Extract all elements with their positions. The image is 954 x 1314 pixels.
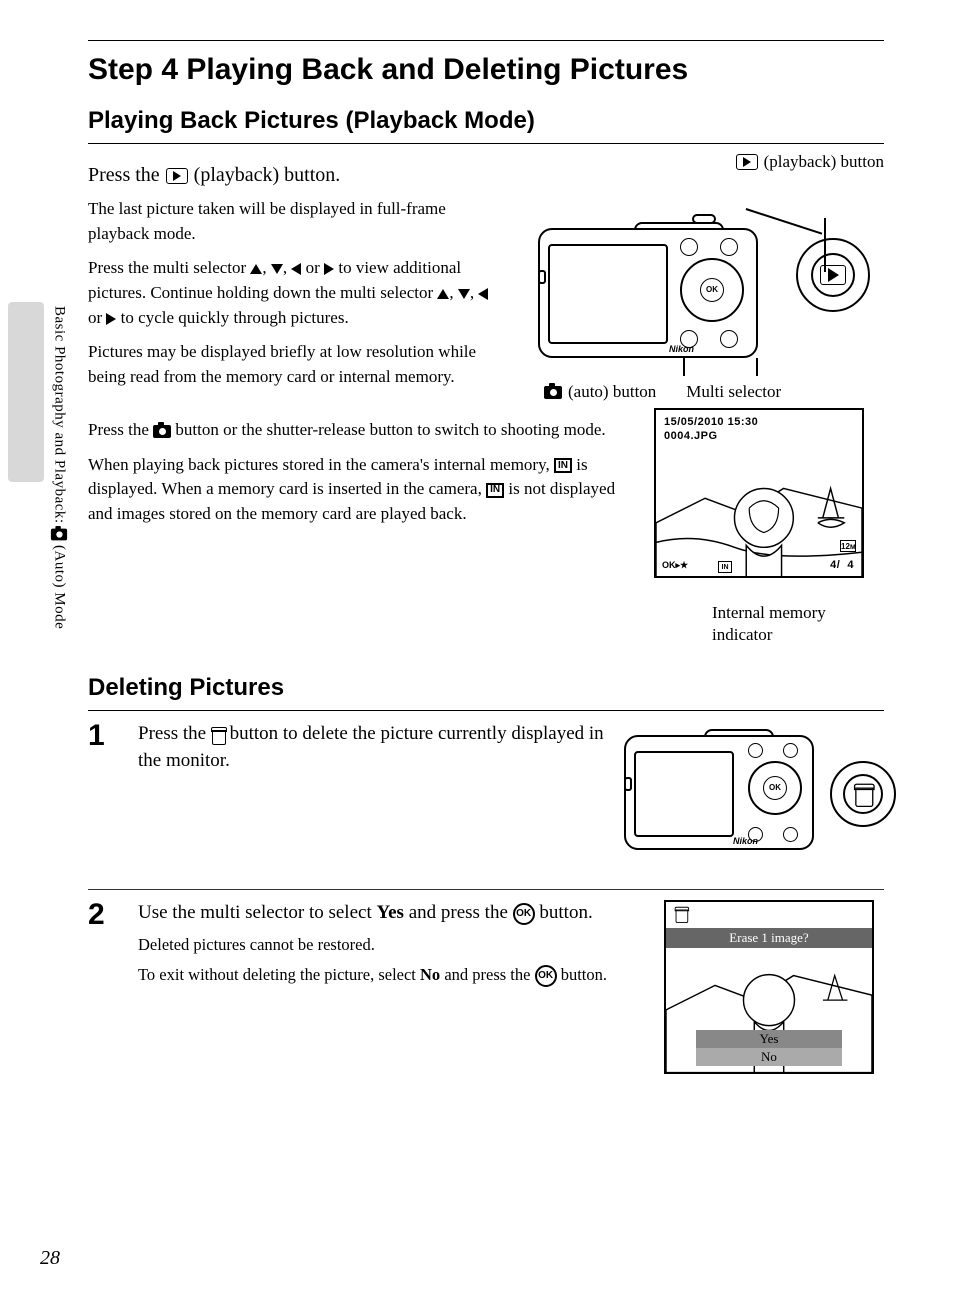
step-2-text: Use the multi selector to select Yes and… bbox=[138, 900, 644, 927]
camera-diagram-delete: Nikon bbox=[624, 721, 884, 871]
trash-icon bbox=[211, 727, 225, 743]
playback-icon bbox=[736, 154, 758, 170]
preview-count: 4/ 4 bbox=[830, 559, 854, 571]
camera-auto-icon bbox=[153, 425, 171, 438]
ok-icon: OK bbox=[513, 903, 535, 925]
step-2-note-1: Deleted pictures cannot be restored. bbox=[138, 933, 644, 957]
step-1-text: Press the button to delete the picture c… bbox=[138, 721, 604, 774]
text: (playback) button. bbox=[194, 164, 341, 187]
internal-memory-screen-icon: IN bbox=[718, 561, 732, 573]
rule bbox=[88, 889, 884, 890]
deleting-section-title: Deleting Pictures bbox=[88, 674, 884, 702]
paragraph: Press the button or the shutter-release … bbox=[88, 418, 624, 443]
image-size-badge: 12м bbox=[840, 540, 856, 552]
auto-button-label: (auto) button bbox=[568, 382, 656, 402]
page-number: 28 bbox=[40, 1247, 60, 1270]
left-icon bbox=[478, 288, 488, 300]
camera-auto-icon bbox=[544, 386, 562, 399]
down-icon bbox=[271, 264, 283, 274]
up-icon bbox=[250, 264, 262, 274]
side-tab: Basic Photography and Playback: (Auto) M… bbox=[8, 302, 64, 782]
right-icon bbox=[324, 263, 334, 275]
rule bbox=[88, 143, 884, 144]
paragraph: Pictures may be displayed briefly at low… bbox=[88, 340, 504, 389]
internal-memory-indicator-label: Internal memory indicator bbox=[712, 602, 884, 646]
trash-button-callout bbox=[830, 761, 896, 827]
step-2-note-2: To exit without deleting the picture, se… bbox=[138, 963, 644, 987]
sidebar-text-after: (Auto) Mode bbox=[51, 545, 68, 629]
page-title: Step 4 Playing Back and Deleting Picture… bbox=[88, 53, 884, 87]
up-icon bbox=[437, 289, 449, 299]
erase-prompt: Erase 1 image? bbox=[666, 928, 872, 948]
ok-hint: OK▸★ bbox=[662, 560, 688, 571]
playback-screen-preview: 15/05/2010 15:30 0004.JPG 4/ 4 12м OK▸★ … bbox=[654, 408, 864, 578]
step-number: 2 bbox=[88, 900, 118, 930]
rule bbox=[88, 40, 884, 41]
camera-brand: Nikon bbox=[669, 344, 694, 354]
erase-option-no: No bbox=[696, 1048, 842, 1066]
playback-button-callout bbox=[796, 238, 870, 312]
playback-section-title: Playing Back Pictures (Playback Mode) bbox=[88, 107, 884, 135]
ok-icon: OK bbox=[535, 965, 557, 987]
right-icon bbox=[106, 313, 116, 325]
erase-option-yes: Yes bbox=[696, 1030, 842, 1048]
internal-memory-icon: IN bbox=[554, 458, 572, 473]
rule bbox=[88, 710, 884, 711]
text: Press the bbox=[88, 164, 160, 187]
erase-confirmation-screen: Erase 1 image? Yes No bbox=[664, 900, 874, 1074]
playback-icon bbox=[166, 168, 188, 184]
paragraph: The last picture taken will be displayed… bbox=[88, 197, 504, 246]
paragraph: Press the multi selector , , or to view … bbox=[88, 256, 504, 330]
camera-auto-icon bbox=[51, 528, 67, 540]
camera-brand: Nikon bbox=[733, 836, 758, 846]
multi-selector-label: Multi selector bbox=[686, 382, 781, 402]
paragraph: When playing back pictures stored in the… bbox=[88, 453, 624, 527]
preview-date: 15/05/2010 15:30 bbox=[664, 416, 758, 428]
playback-button-label: (playback) button bbox=[764, 152, 884, 172]
left-icon bbox=[291, 263, 301, 275]
down-icon bbox=[458, 289, 470, 299]
step-number: 1 bbox=[88, 721, 118, 751]
sidebar-text-before: Basic Photography and Playback: bbox=[51, 306, 68, 524]
camera-diagram: Nikon bbox=[524, 178, 864, 378]
trash-icon bbox=[675, 907, 688, 921]
press-playback-heading: Press the (playback) button. bbox=[88, 164, 504, 187]
internal-memory-icon: IN bbox=[486, 483, 504, 498]
preview-filename: 0004.JPG bbox=[664, 430, 718, 442]
